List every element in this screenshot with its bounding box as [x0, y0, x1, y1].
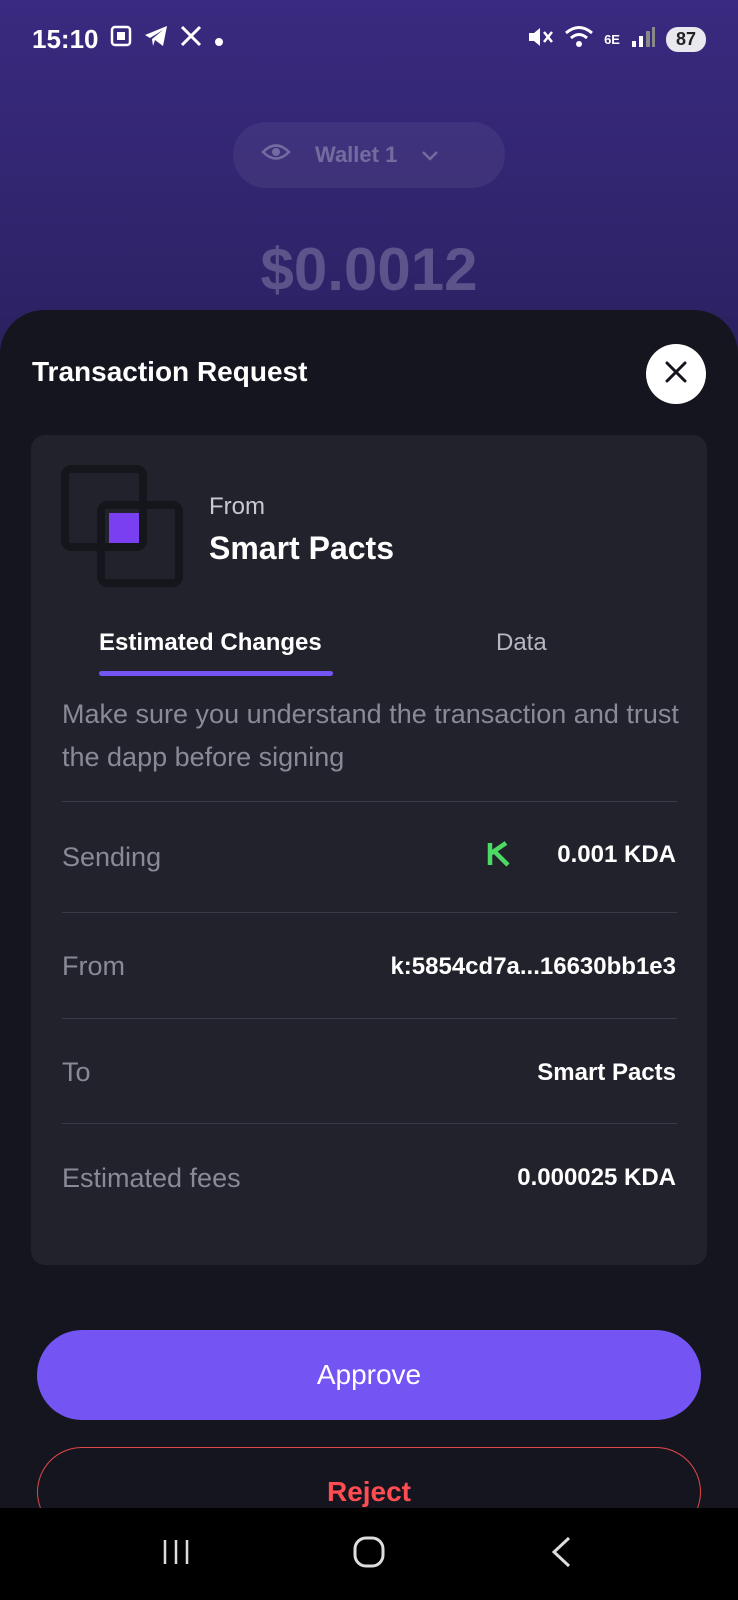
to-value: Smart Pacts [537, 1059, 676, 1086]
fees-label: Estimated fees [62, 1163, 241, 1193]
network-type: 6E [604, 31, 620, 47]
telegram-icon [143, 24, 169, 55]
to-row-label: To [62, 1057, 91, 1087]
signal-icon [630, 25, 656, 54]
mute-icon [526, 24, 554, 55]
x-icon [179, 24, 203, 55]
dapp-logo-icon [61, 465, 186, 590]
transaction-card: From Smart Pacts Estimated Changes Data … [31, 435, 707, 1265]
close-button[interactable] [646, 344, 706, 404]
status-bar: 15:10 6E 87 [0, 0, 738, 78]
wallet-selector: Wallet 1 [233, 122, 505, 188]
home-icon [352, 1535, 386, 1574]
recent-apps-button[interactable] [146, 1524, 206, 1584]
from-row-label: From [62, 951, 125, 981]
wifi-icon [564, 24, 594, 55]
notification-dot-icon [213, 24, 225, 55]
from-address-value: k:5854cd7a...16630bb1e3 [390, 953, 676, 980]
wallet-balance: $0.0012 [260, 236, 478, 303]
back-button[interactable] [532, 1524, 592, 1584]
chevron-down-icon [421, 142, 439, 168]
wallet-name: Wallet 1 [315, 142, 398, 167]
home-button[interactable] [339, 1524, 399, 1584]
tab-estimated-changes[interactable]: Estimated Changes [99, 629, 322, 657]
divider [62, 1018, 677, 1019]
close-icon [664, 360, 688, 389]
back-icon [549, 1535, 575, 1574]
transaction-request-sheet: Transaction Request From Smart Pacts Est… [0, 310, 738, 1600]
screenshot-icon [109, 24, 133, 55]
fees-value: 0.000025 KDA [517, 1164, 676, 1191]
divider [62, 1123, 677, 1124]
sending-value: 0.001 KDA [557, 841, 676, 868]
sending-label: Sending [62, 842, 162, 872]
from-label: From [209, 493, 265, 520]
kda-logo-icon [486, 841, 512, 867]
warning-notice: Make sure you understand the transaction… [62, 699, 679, 772]
eye-icon [261, 141, 291, 169]
divider [62, 912, 677, 913]
sheet-title: Transaction Request [32, 356, 308, 387]
recent-apps-icon [161, 1537, 191, 1572]
active-tab-indicator [99, 671, 333, 676]
system-nav-bar [0, 1508, 738, 1600]
battery-indicator: 87 [665, 26, 706, 52]
tab-data[interactable]: Data [496, 629, 547, 657]
status-time: 15:10 [32, 23, 99, 54]
approve-button[interactable]: Approve [37, 1330, 701, 1420]
dapp-name: Smart Pacts [209, 530, 394, 566]
divider [62, 801, 677, 802]
